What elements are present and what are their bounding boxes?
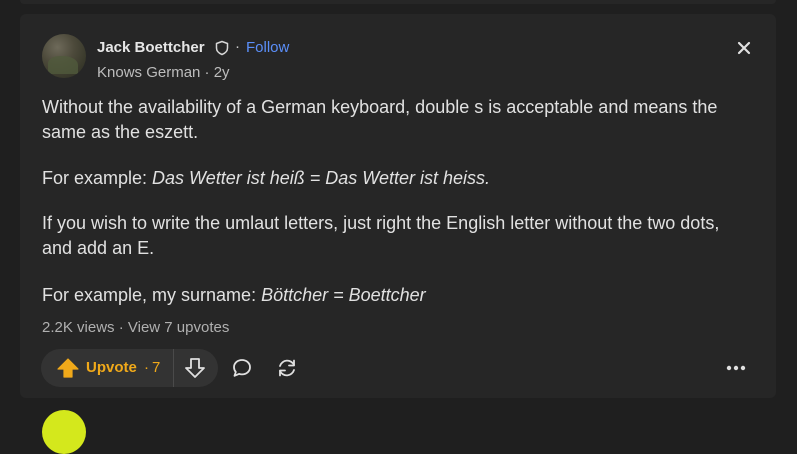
comment-bubble-icon[interactable]: [231, 357, 253, 379]
follow-button[interactable]: Follow: [246, 39, 289, 56]
stats-separator: ·: [114, 319, 128, 336]
upvote-arrow-icon: [57, 358, 79, 378]
author-avatar[interactable]: [42, 34, 86, 78]
close-icon[interactable]: [736, 40, 752, 56]
downvote-arrow-icon: [185, 358, 205, 378]
answer-stats: 2.2K views · View 7 upvotes: [42, 319, 229, 336]
paragraph-prefix: For example:: [42, 168, 153, 188]
author-name[interactable]: Jack Boettcher: [97, 39, 205, 56]
shield-icon: [215, 40, 229, 56]
follow-separator: ·: [235, 38, 240, 55]
vote-controls: Upvote · 7: [41, 349, 218, 387]
upvote-separator: ·: [144, 359, 149, 376]
answer-paragraph-4: For example, my surname: Böttcher = Boet…: [42, 283, 754, 308]
upvote-count: 7: [152, 359, 161, 376]
paragraph-text: If you wish to write the umlaut letters,…: [42, 213, 720, 258]
surname-italic: Böttcher = Boettcher: [261, 285, 426, 305]
previous-card-edge: [20, 0, 776, 4]
answer-paragraph-3: If you wish to write the umlaut letters,…: [42, 211, 754, 261]
answer-card: Jack Boettcher · Follow Knows German · 2…: [20, 14, 776, 398]
upvote-button[interactable]: Upvote · 7: [41, 349, 174, 387]
next-answer-avatar[interactable]: [42, 410, 86, 454]
paragraph-prefix: For example, my surname:: [42, 285, 262, 305]
paragraph-text: Without the availability of a German key…: [42, 97, 718, 142]
more-dots-icon[interactable]: [720, 358, 752, 378]
view-upvotes-link[interactable]: View 7 upvotes: [128, 319, 229, 336]
reshare-icon[interactable]: [275, 357, 299, 379]
example-italic: Das Wetter ist heiß = Das Wetter ist hei…: [152, 168, 490, 188]
author-credential[interactable]: Knows German · 2y: [97, 64, 230, 81]
upvote-label: Upvote: [86, 359, 137, 376]
answer-paragraph-1: Without the availability of a German key…: [42, 95, 754, 145]
view-count: 2.2K views: [42, 319, 115, 336]
answer-paragraph-2: For example: Das Wetter ist heiß = Das W…: [42, 166, 754, 191]
downvote-button[interactable]: [174, 349, 218, 387]
